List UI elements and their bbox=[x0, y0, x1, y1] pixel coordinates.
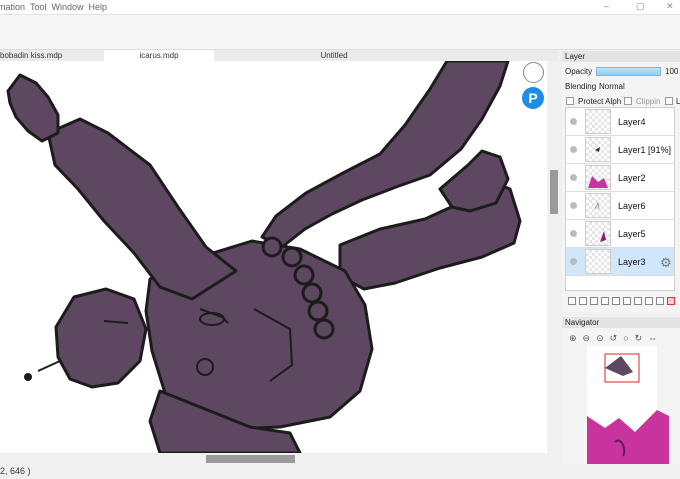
navigator-title: Navigator bbox=[562, 317, 680, 328]
user-avatar[interactable] bbox=[523, 62, 544, 83]
layer-item[interactable]: Layer1 [91%] bbox=[566, 136, 674, 164]
layer-name: Layer4 bbox=[618, 117, 646, 127]
layer-name: Layer3 bbox=[618, 257, 646, 267]
tab-label: Untitled bbox=[320, 51, 348, 60]
duplicate-layer-icon[interactable] bbox=[623, 297, 631, 305]
layer-name: Layer6 bbox=[618, 201, 646, 211]
delete-layer-icon[interactable] bbox=[667, 297, 675, 305]
thumbnail-art bbox=[600, 231, 606, 242]
vertical-scrollbar[interactable] bbox=[547, 61, 558, 453]
visibility-eye-icon[interactable] bbox=[570, 174, 577, 181]
layer-list: Layer4 Layer1 [91%] Layer2 Layer6 Layer5… bbox=[565, 107, 675, 291]
layer-name: Layer1 [91%] bbox=[618, 145, 672, 155]
horizontal-scroll-thumb[interactable] bbox=[206, 455, 295, 463]
navigator-toolbar: ⊕ ⊖ ⊙ ↺ ○ ↻ ⇔ bbox=[565, 333, 680, 344]
gear-icon[interactable]: ⚙ bbox=[660, 255, 672, 271]
tab-bobadin-kiss[interactable]: bobadin kiss.mdp bbox=[0, 50, 104, 61]
cursor-coordinates: 2, 646 ) bbox=[0, 466, 31, 476]
menu: mation Tool Window Help bbox=[0, 2, 107, 12]
drawing-canvas[interactable] bbox=[0, 61, 547, 453]
merge-down-icon[interactable] bbox=[634, 297, 642, 305]
blending-label: Blending bbox=[565, 82, 597, 91]
layer-thumbnail bbox=[585, 109, 611, 134]
new-folder-icon[interactable] bbox=[612, 297, 620, 305]
maximize-button[interactable]: ▢ bbox=[636, 1, 645, 12]
visibility-eye-icon[interactable] bbox=[570, 118, 577, 125]
layer-thumbnail bbox=[585, 193, 611, 218]
tab-icarus[interactable]: icarus.mdp bbox=[104, 50, 214, 61]
new-layer-icon[interactable] bbox=[568, 297, 576, 305]
blending-select[interactable]: Normal bbox=[599, 82, 625, 91]
layer-thumbnail bbox=[585, 137, 611, 162]
navigator-thumbnail bbox=[587, 346, 669, 464]
layer-name: Layer5 bbox=[618, 229, 646, 239]
clipping-checkbox[interactable] bbox=[624, 97, 632, 105]
new-halftone-layer-icon[interactable] bbox=[579, 297, 587, 305]
visibility-eye-icon[interactable] bbox=[570, 230, 577, 237]
rotate-left-icon[interactable]: ↺ bbox=[610, 333, 618, 344]
layer-thumbnail bbox=[585, 165, 611, 190]
thumbnail-art bbox=[595, 147, 600, 152]
visibility-eye-icon[interactable] bbox=[570, 258, 577, 265]
tab-label: icarus.mdp bbox=[139, 51, 179, 60]
artwork bbox=[6, 61, 522, 453]
layer-panel-title: Layer bbox=[562, 51, 680, 62]
thumbnail-art bbox=[594, 201, 600, 210]
lock-checkbox[interactable] bbox=[665, 97, 673, 105]
menu-tool[interactable]: Tool bbox=[30, 2, 47, 12]
menu-bar: mation Tool Window Help – ▢ ✕ bbox=[0, 0, 680, 15]
protect-alpha-checkbox[interactable] bbox=[566, 97, 574, 105]
layer-item[interactable]: Layer2 bbox=[566, 164, 674, 192]
layer-item[interactable]: Layer4 bbox=[566, 108, 674, 136]
clipping-label: Clippin bbox=[636, 97, 661, 106]
pixiv-label: P bbox=[528, 90, 538, 106]
layer-item[interactable]: Layer5 bbox=[566, 220, 674, 248]
layer-name: Layer2 bbox=[618, 173, 646, 183]
layer-mask-icon[interactable] bbox=[656, 297, 664, 305]
layer-item[interactable]: Layer6 bbox=[566, 192, 674, 220]
zoom-in-icon[interactable]: ⊕ bbox=[569, 333, 577, 344]
opacity-label: Opacity bbox=[565, 67, 593, 76]
layer-item-selected[interactable]: Layer3 ⚙ bbox=[566, 248, 674, 276]
visibility-eye-icon[interactable] bbox=[570, 146, 577, 153]
close-button[interactable]: ✕ bbox=[666, 1, 674, 12]
clear-layer-icon[interactable] bbox=[645, 297, 653, 305]
pixiv-icon[interactable]: P bbox=[522, 87, 544, 109]
new-1bit-layer-icon[interactable] bbox=[601, 297, 609, 305]
thumbnail-art bbox=[588, 176, 608, 188]
zoom-fit-icon[interactable]: ⊙ bbox=[596, 333, 604, 344]
reset-rotation-icon[interactable]: ○ bbox=[623, 333, 628, 344]
navigator-preview[interactable] bbox=[565, 346, 678, 464]
toolbar-area bbox=[0, 15, 680, 50]
tab-untitled[interactable]: Untitled bbox=[214, 50, 454, 61]
vertical-scroll-thumb[interactable] bbox=[550, 170, 558, 214]
layer-toolbar bbox=[565, 294, 680, 308]
zoom-out-icon[interactable]: ⊖ bbox=[583, 333, 591, 344]
menu-animation[interactable]: mation bbox=[0, 2, 25, 12]
layer-thumbnail bbox=[585, 249, 611, 274]
minimize-button[interactable]: – bbox=[604, 1, 609, 11]
menu-window[interactable]: Window bbox=[52, 2, 84, 12]
tab-label: bobadin kiss.mdp bbox=[0, 51, 63, 60]
lock-label: L bbox=[676, 97, 680, 106]
status-bar: 2, 646 ) bbox=[0, 464, 680, 479]
opacity-slider[interactable] bbox=[596, 67, 661, 76]
layer-thumbnail bbox=[585, 221, 611, 246]
visibility-eye-icon[interactable] bbox=[570, 202, 577, 209]
rotate-right-icon[interactable]: ↻ bbox=[635, 333, 643, 344]
new-8bit-layer-icon[interactable] bbox=[590, 297, 598, 305]
protect-alpha-label: Protect Alph bbox=[578, 97, 622, 106]
opacity-value: 100 bbox=[665, 67, 679, 76]
menu-help[interactable]: Help bbox=[89, 2, 108, 12]
flip-icon[interactable]: ⇔ bbox=[648, 333, 657, 344]
document-tabs: bobadin kiss.mdp icarus.mdp Untitled bbox=[0, 50, 558, 61]
